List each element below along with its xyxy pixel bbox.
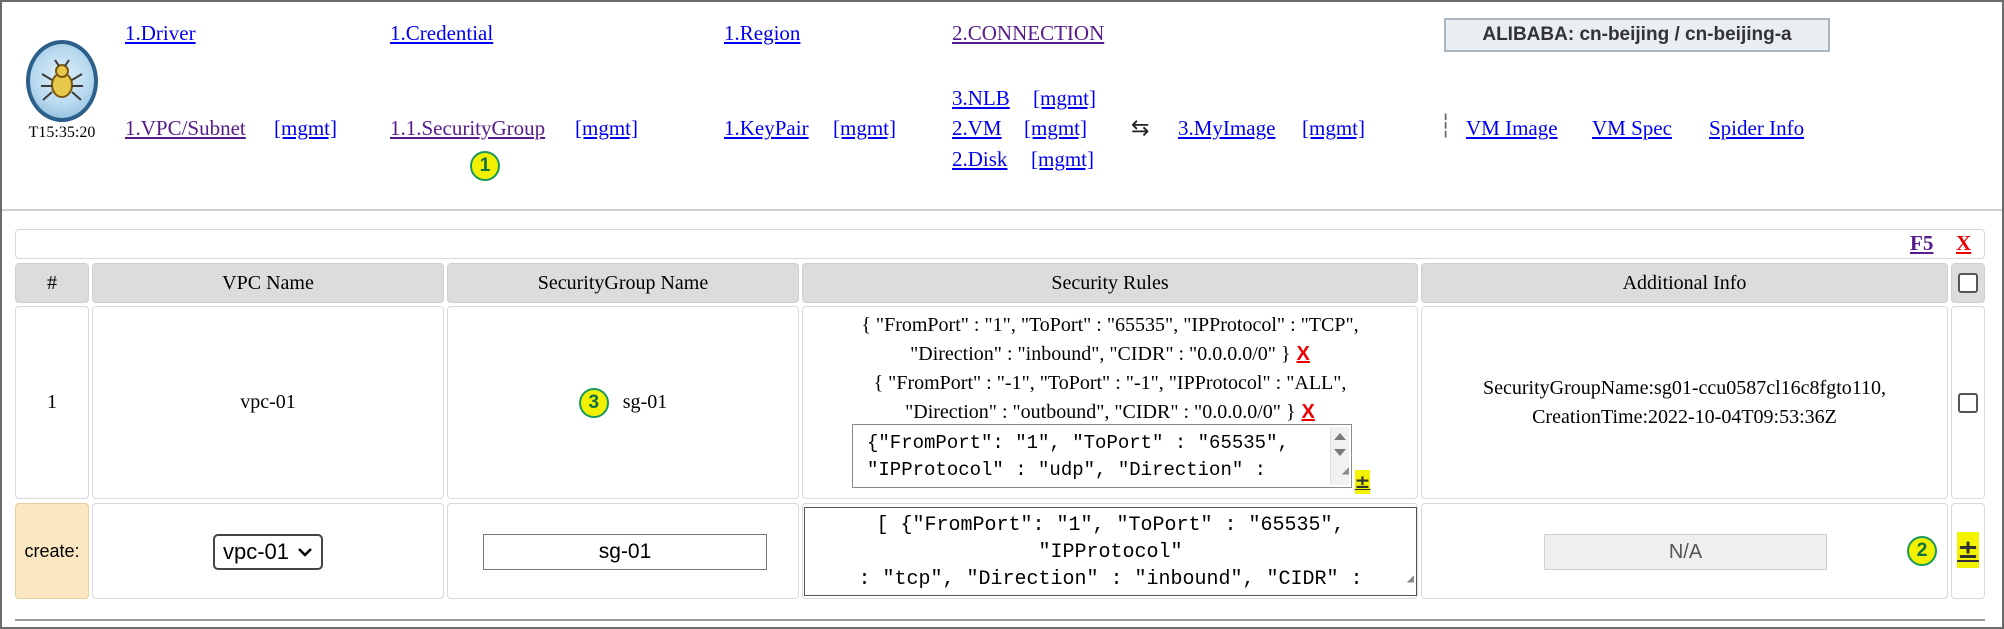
disk-mgmt-link[interactable]: [mgmt]	[1031, 147, 1094, 172]
rules-json-value: [ {"FromPort": "1", "ToPort" : "65535", …	[858, 514, 1363, 591]
sg-name-input[interactable]: sg-01	[483, 534, 767, 570]
rules-json-textarea[interactable]: [ {"FromPort": "1", "ToPort" : "65535", …	[804, 507, 1417, 596]
additional-info-na-field: N/A	[1544, 534, 1827, 570]
refresh-button[interactable]: F5	[1910, 231, 1933, 256]
myimage-mgmt-link[interactable]: [mgmt]	[1302, 116, 1365, 141]
header-divider	[2, 209, 2002, 211]
spider-logo-block: T15:35:20	[22, 40, 102, 142]
nav-securitygroup-link[interactable]: 1.1.SecurityGroup	[390, 116, 545, 141]
nav-spider-info-link[interactable]: Spider Info	[1709, 116, 1804, 141]
column-header-vpc-name: VPC Name	[92, 263, 444, 303]
nav-region-link[interactable]: 1.Region	[724, 21, 800, 46]
resize-grip-icon[interactable]: ◢	[1342, 458, 1349, 485]
nlb-mgmt-link[interactable]: [mgmt]	[1033, 86, 1096, 111]
nav-myimage-link[interactable]: 3.MyImage	[1178, 116, 1275, 141]
nav-driver-link[interactable]: 1.Driver	[125, 21, 196, 46]
nav-vm-link[interactable]: 2.VM	[952, 116, 1002, 141]
annotation-badge-2: 2	[1907, 536, 1937, 566]
annotation-badge-1: 1	[470, 151, 500, 181]
annotation-badge-3: 3	[578, 387, 609, 418]
select-all-checkbox[interactable]	[1958, 273, 1978, 293]
rule-1-line-1: { "FromPort" : "1", "ToPort" : "65535", …	[861, 314, 1359, 336]
vpc-mgmt-link[interactable]: [mgmt]	[274, 116, 337, 141]
nav-vpc-subnet-link[interactable]: 1.VPC/Subnet	[125, 116, 246, 141]
securitygroup-mgmt-link[interactable]: [mgmt]	[575, 116, 638, 141]
chevron-down-icon	[297, 542, 313, 567]
nav-vm-image-link[interactable]: VM Image	[1466, 116, 1558, 141]
swap-arrows-icon: ⇆	[1131, 116, 1150, 141]
add-rule-textarea-value: {"FromPort": "1", "ToPort" : "65535", "I…	[867, 432, 1289, 481]
rule-2-delete-button[interactable]: X	[1302, 401, 1315, 423]
nav-separator: ┆	[1439, 114, 1453, 139]
rule-2-line-1: { "FromPort" : "-1", "ToPort" : "-1", "I…	[873, 372, 1347, 394]
column-header-security-rules: Security Rules	[802, 263, 1418, 303]
nav-keypair-link[interactable]: 1.KeyPair	[724, 116, 809, 141]
column-header-index: #	[15, 263, 89, 303]
spider-logo-icon[interactable]	[26, 40, 98, 122]
delete-selected-button[interactable]: X	[1956, 231, 1971, 256]
add-rule-textarea[interactable]: {"FromPort": "1", "ToPort" : "65535", "I…	[852, 424, 1352, 488]
region-badge: ALIBABA: cn-beijing / cn-beijing-a	[1444, 18, 1830, 52]
rule-2-line-2-wrap: "Direction" : "outbound", "CIDR" : "0.0.…	[905, 398, 1315, 427]
bottom-divider	[15, 619, 1985, 621]
app-frame: T15:35:20 1.Driver 1.Credential 1.Region…	[0, 0, 2004, 629]
vpc-select-dropdown[interactable]: vpc-01	[213, 534, 323, 570]
nav-disk-link[interactable]: 2.Disk	[952, 147, 1007, 172]
create-row-label: create:	[15, 503, 89, 599]
row-select-checkbox[interactable]	[1958, 392, 1978, 413]
row-additional-info: SecurityGroupName:sg01-ccu0587cl16c8fgto…	[1421, 306, 1948, 499]
rule-2-line-2: "Direction" : "outbound", "CIDR" : "0.0.…	[905, 401, 1296, 423]
add-rule-button[interactable]: ±	[1355, 470, 1370, 494]
vm-mgmt-link[interactable]: [mgmt]	[1024, 116, 1087, 141]
table-toolbar	[15, 229, 1985, 259]
column-header-additional-info: Additional Info	[1421, 263, 1948, 303]
keypair-mgmt-link[interactable]: [mgmt]	[833, 116, 896, 141]
nav-credential-link[interactable]: 1.Credential	[390, 21, 493, 46]
resize-grip-icon[interactable]: ◢	[1407, 566, 1414, 593]
row-index: 1	[15, 306, 89, 499]
row-vpc-name: vpc-01	[92, 306, 444, 499]
nav-vm-spec-link[interactable]: VM Spec	[1592, 116, 1672, 141]
row-sg-name: sg-01	[622, 391, 668, 413]
additional-info-line-2: CreationTime:2022-10-04T09:53:36Z	[1532, 405, 1837, 428]
top-navigation: T15:35:20 1.Driver 1.Credential 1.Region…	[2, 2, 2002, 208]
clock-time: T15:35:20	[28, 124, 96, 141]
nav-connection-link[interactable]: 2.CONNECTION	[952, 21, 1104, 46]
row-sg-name-cell: 3 sg-01	[447, 306, 799, 499]
nav-nlb-link[interactable]: 3.NLB	[952, 86, 1010, 111]
select-all-cell	[1951, 263, 1985, 303]
rule-1-line-2: "Direction" : "inbound", "CIDR" : "0.0.0…	[910, 343, 1291, 365]
create-button[interactable]: ±	[1957, 532, 1979, 568]
vpc-select-value: vpc-01	[223, 539, 290, 564]
bug-icon	[41, 59, 83, 101]
scroll-down-arrow-icon[interactable]	[1334, 449, 1346, 456]
column-header-sg-name: SecurityGroup Name	[447, 263, 799, 303]
rule-1-line-2-wrap: "Direction" : "inbound", "CIDR" : "0.0.0…	[910, 340, 1310, 369]
rule-1-delete-button[interactable]: X	[1297, 343, 1310, 365]
scroll-up-arrow-icon[interactable]	[1334, 433, 1346, 440]
additional-info-line-1: SecurityGroupName:sg01-ccu0587cl16c8fgto…	[1482, 376, 1887, 399]
row-select-cell	[1951, 306, 1985, 499]
